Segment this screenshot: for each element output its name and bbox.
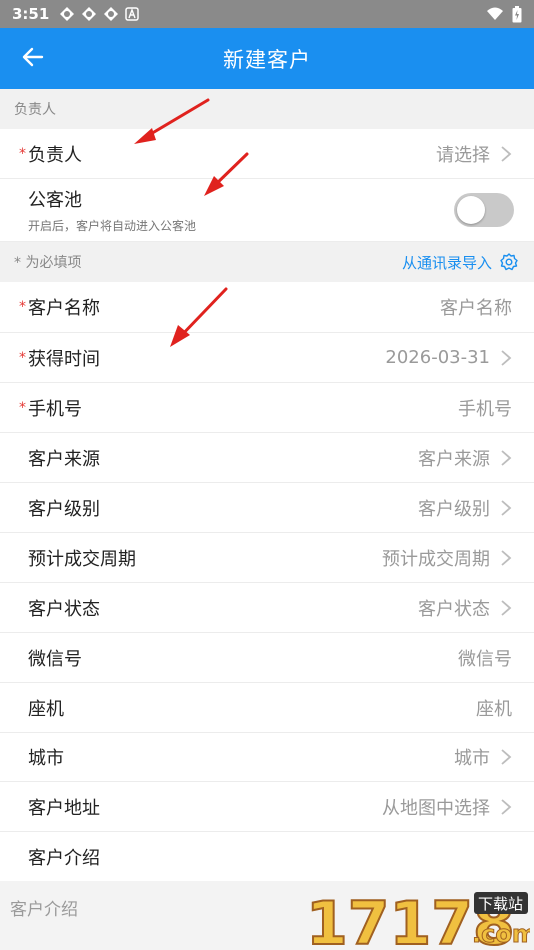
field-row-address[interactable]: 客户地址 从地图中选择: [0, 782, 534, 832]
section-header-required: * 为必填项 从通讯录导入: [0, 242, 534, 282]
field-input: 手机号: [458, 398, 512, 420]
field-row-source[interactable]: 客户来源 客户来源: [0, 433, 534, 483]
field-label: 座机: [28, 698, 64, 720]
field-row-level[interactable]: 客户级别 客户级别: [0, 483, 534, 533]
sync-icon: [104, 7, 119, 21]
field-row-landline[interactable]: 座机 座机: [0, 683, 534, 733]
field-value: 从地图中选择: [382, 797, 490, 819]
required-note: * 为必填项: [14, 255, 82, 271]
arrow-left-icon: [22, 47, 44, 67]
field-value: 客户状态: [418, 598, 490, 620]
section-header-owner: 负责人: [0, 89, 534, 129]
field-label: 客户介绍: [28, 847, 100, 869]
field-label: 客户来源: [28, 448, 100, 470]
chevron-right-icon: [500, 549, 514, 567]
customer-intro-placeholder: 客户介绍: [10, 900, 78, 920]
field-row-phone[interactable]: * 手机号 手机号: [0, 383, 534, 433]
chevron-right-icon: [500, 349, 514, 367]
owner-value: 请选择: [436, 144, 490, 166]
notification-a-icon: [125, 7, 140, 21]
field-label: 微信号: [28, 648, 82, 670]
field-row-acquired-time[interactable]: * 获得时间 2026-03-31: [0, 333, 534, 383]
wifi-icon: [487, 7, 503, 20]
annotation-arrow-icon: [170, 287, 228, 347]
chevron-right-icon: [500, 449, 514, 467]
gear-icon: [500, 253, 518, 271]
chevron-right-icon: [500, 145, 514, 163]
field-input: 座机: [476, 698, 512, 720]
field-row-intro: 客户介绍: [0, 832, 534, 881]
watermark-badge: 下载站: [478, 895, 523, 913]
chevron-right-icon: [500, 798, 514, 816]
section-title: 负责人: [14, 102, 56, 118]
field-row-city[interactable]: 城市 城市: [0, 733, 534, 782]
public-pool-row: 公客池 开启后，客户将自动进入公客池: [0, 179, 534, 242]
annotation-arrow-icon: [134, 98, 210, 144]
field-label: 获得时间: [28, 348, 100, 370]
required-mark: *: [19, 349, 26, 366]
public-pool-title: 公客池: [28, 190, 82, 211]
field-row-deal-cycle[interactable]: 预计成交周期 预计成交周期: [0, 533, 534, 583]
sync-icon: [82, 7, 97, 21]
field-label: 预计成交周期: [28, 548, 136, 570]
owner-row[interactable]: * 负责人 请选择: [0, 129, 534, 179]
annotation-arrow-icon: [204, 152, 249, 196]
field-value: 城市: [454, 748, 490, 769]
field-label: 客户名称: [28, 298, 100, 319]
public-pool-toggle[interactable]: [454, 193, 514, 227]
field-label: 客户级别: [28, 498, 100, 520]
chevron-right-icon: [500, 748, 514, 766]
required-mark: *: [19, 145, 26, 162]
field-input: 客户名称: [440, 298, 512, 319]
field-label: 城市: [28, 748, 64, 769]
field-row-customer-name[interactable]: * 客户名称 客户名称: [0, 282, 534, 333]
field-value: 客户级别: [418, 498, 490, 520]
required-mark: *: [19, 399, 26, 416]
field-value: 预计成交周期: [382, 548, 490, 570]
status-bar: 3:51: [0, 0, 534, 28]
battery-icon: [512, 5, 522, 22]
field-value: 客户来源: [418, 448, 490, 470]
chevron-right-icon: [500, 499, 514, 517]
import-contacts-button[interactable]: 从通讯录导入: [402, 252, 518, 273]
field-value: 2026-03-31: [385, 347, 490, 368]
required-mark: *: [19, 299, 26, 315]
site-watermark: 17178 下载站 .com: [305, 886, 534, 950]
toggle-knob: [457, 196, 485, 224]
import-contacts-label: 从通讯录导入: [401, 253, 492, 272]
field-label: 客户状态: [28, 598, 100, 620]
field-label: 客户地址: [28, 797, 100, 819]
field-input: 微信号: [458, 648, 512, 670]
back-button[interactable]: [18, 42, 48, 72]
field-row-wechat[interactable]: 微信号 微信号: [0, 633, 534, 683]
owner-label: 负责人: [28, 144, 82, 166]
watermark-sub: .com: [472, 920, 530, 948]
public-pool-subtitle: 开启后，客户将自动进入公客池: [28, 219, 197, 233]
field-row-status[interactable]: 客户状态 客户状态: [0, 583, 534, 633]
app-bar: 新建客户: [0, 28, 534, 89]
status-time: 3:51: [12, 5, 50, 23]
chevron-right-icon: [500, 599, 514, 617]
page-title: 新建客户: [223, 47, 311, 72]
field-label: 手机号: [28, 398, 82, 420]
sync-icon: [60, 7, 75, 21]
